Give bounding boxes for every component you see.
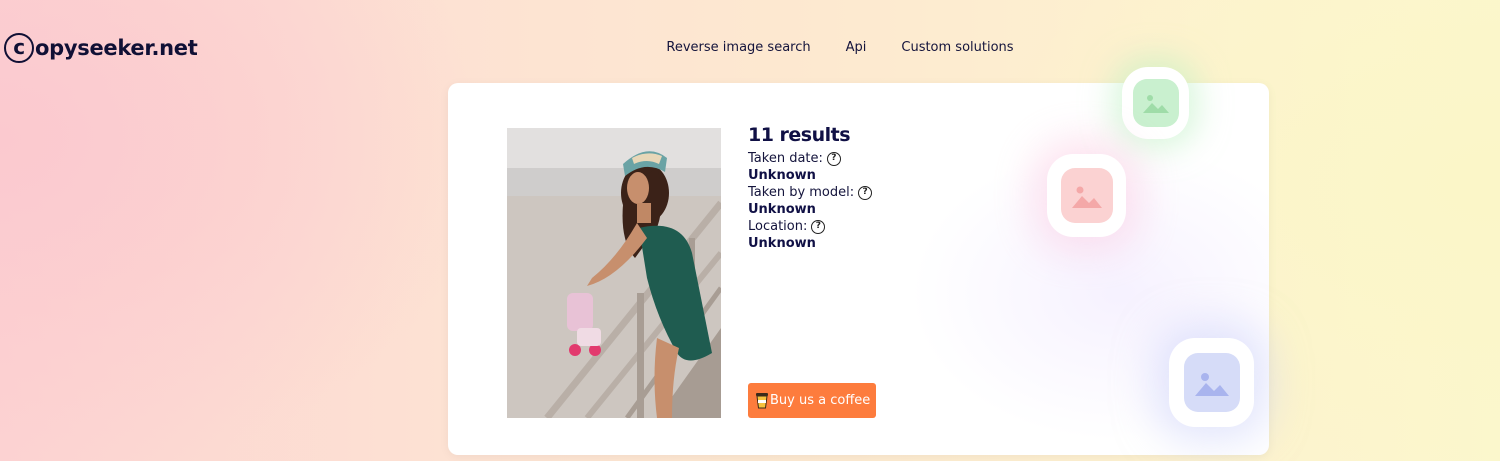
buy-coffee-label: Buy us a coffee	[770, 393, 871, 408]
top-nav: Reverse image search Api Custom solution…	[0, 40, 1500, 55]
buy-coffee-button[interactable]: Buy us a coffee	[748, 383, 876, 418]
taken-date-label: Taken date: ?	[748, 150, 872, 167]
coffee-cup-icon	[756, 392, 768, 408]
blue-image-tile	[1169, 338, 1254, 427]
taken-by-model-label: Taken by model: ?	[748, 184, 873, 201]
nav-custom-solutions[interactable]: Custom solutions	[901, 40, 1013, 55]
results-count: 11 results	[748, 124, 851, 146]
help-circle-icon[interactable]: ?	[811, 219, 826, 234]
nav-api[interactable]: Api	[846, 40, 867, 55]
result-info: 11 results Taken date: ? Unknown Taken b…	[748, 124, 873, 252]
taken-by-model-value: Unknown	[748, 202, 816, 217]
location-label: Location: ?	[748, 218, 872, 235]
photo-illustration	[507, 128, 721, 418]
pink-image-tile	[1047, 154, 1126, 237]
image-placeholder-icon	[1194, 372, 1229, 396]
image-placeholder-icon	[1071, 186, 1102, 208]
nav-reverse-image-search[interactable]: Reverse image search	[666, 40, 810, 55]
location-value: Unknown	[748, 236, 816, 251]
help-circle-icon[interactable]: ?	[858, 185, 873, 200]
help-circle-icon[interactable]: ?	[826, 151, 841, 166]
image-placeholder-icon	[1142, 95, 1169, 113]
green-image-tile	[1122, 67, 1189, 139]
uploaded-photo	[507, 128, 721, 418]
taken-date-value: Unknown	[748, 168, 816, 183]
